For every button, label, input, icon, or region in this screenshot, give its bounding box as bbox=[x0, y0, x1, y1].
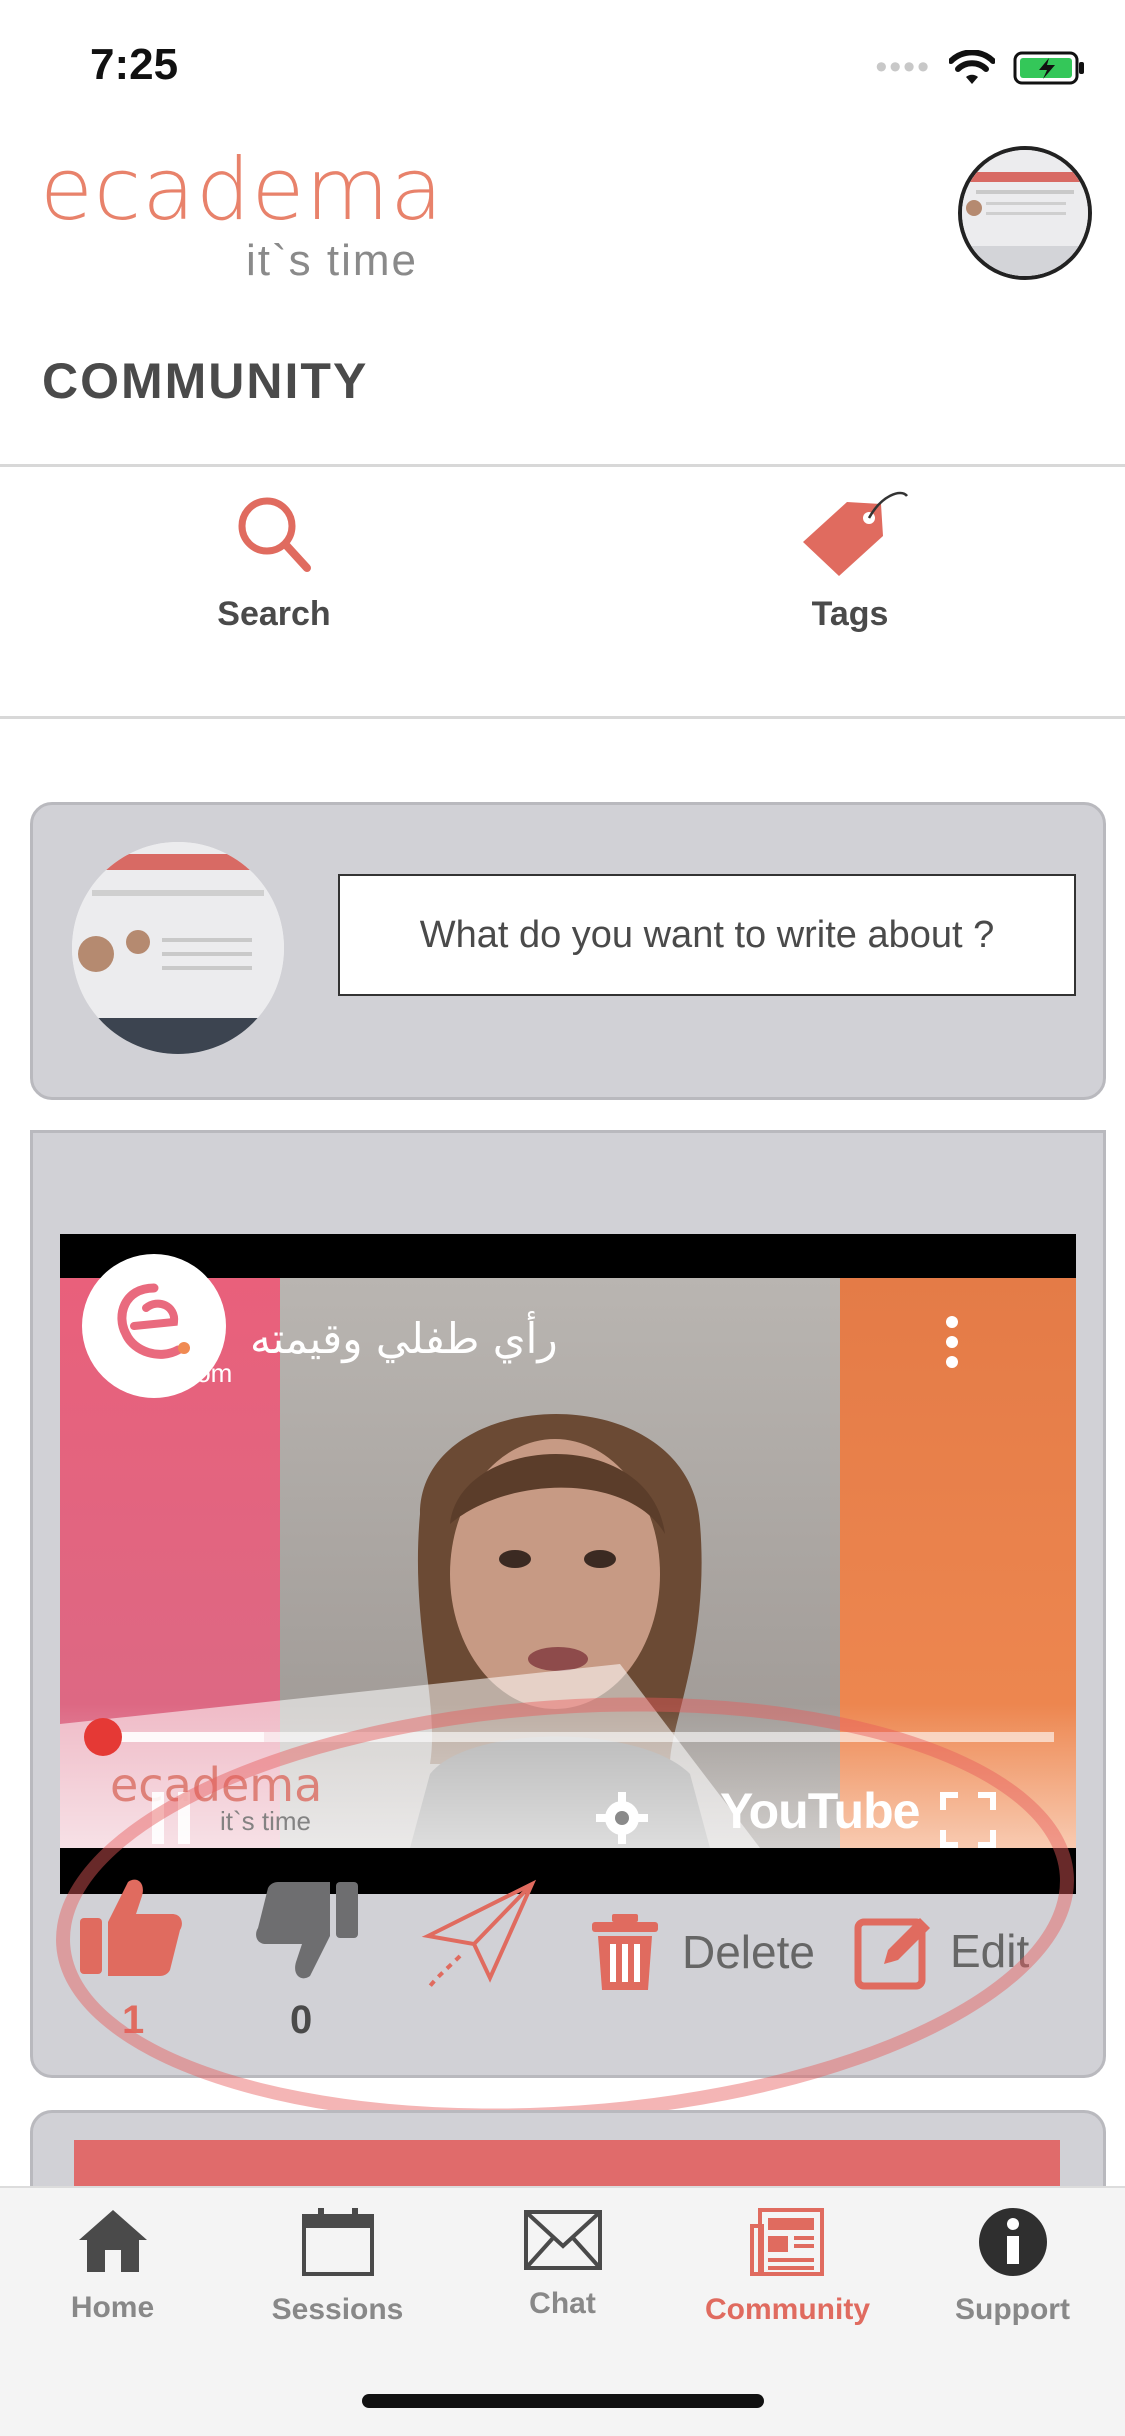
tab-label: Sessions bbox=[271, 2293, 404, 2326]
status-time: 7:25 bbox=[90, 40, 179, 89]
tab-community[interactable]: Community bbox=[675, 2206, 900, 2327]
envelope-icon bbox=[523, 2210, 602, 2270]
tab-label: Community bbox=[705, 2293, 870, 2326]
search-label: Search bbox=[217, 595, 331, 633]
more-options-icon[interactable] bbox=[944, 1314, 960, 1375]
tab-sessions[interactable]: Sessions bbox=[225, 2206, 450, 2327]
profile-avatar[interactable] bbox=[958, 146, 1092, 280]
tab-label: Support bbox=[955, 2293, 1070, 2326]
calendar-icon bbox=[301, 2208, 374, 2276]
tab-support[interactable]: Support bbox=[900, 2206, 1125, 2327]
app-logo: ecadema bbox=[40, 140, 444, 240]
tags-button[interactable]: Tags bbox=[700, 490, 1000, 634]
avatar-image bbox=[72, 842, 284, 1054]
newspaper-icon bbox=[749, 2208, 824, 2276]
tab-label: Chat bbox=[529, 2287, 596, 2320]
tab-home[interactable]: Home bbox=[0, 2206, 225, 2325]
search-button[interactable]: Search bbox=[124, 490, 424, 634]
divider bbox=[0, 464, 1125, 467]
avatar-image bbox=[962, 150, 1088, 276]
post-composer-input[interactable]: What do you want to write about ? bbox=[338, 874, 1076, 996]
app-tagline: it`s time bbox=[246, 236, 418, 285]
page-title: COMMUNITY bbox=[42, 353, 369, 409]
home-indicator bbox=[362, 2394, 764, 2408]
tab-label: Home bbox=[70, 2291, 155, 2324]
home-icon bbox=[78, 2210, 147, 2272]
divider bbox=[0, 716, 1125, 719]
info-icon bbox=[978, 2208, 1047, 2276]
status-icons: •••• bbox=[875, 48, 1085, 87]
signal-icon: •••• bbox=[875, 48, 931, 86]
video-scrubber[interactable] bbox=[84, 1718, 122, 1756]
tag-icon bbox=[803, 491, 908, 576]
search-icon bbox=[238, 497, 311, 572]
composer-avatar bbox=[72, 842, 284, 1054]
wifi-icon bbox=[949, 49, 995, 84]
tab-chat[interactable]: Chat bbox=[450, 2206, 675, 2321]
video-title[interactable]: رأي طفلي وقيمته bbox=[250, 1314, 558, 1363]
channel-suffix: .com bbox=[176, 1358, 233, 1388]
video-progress-fill bbox=[102, 1732, 264, 1742]
tags-label: Tags bbox=[811, 595, 889, 633]
battery-icon bbox=[1013, 51, 1084, 84]
